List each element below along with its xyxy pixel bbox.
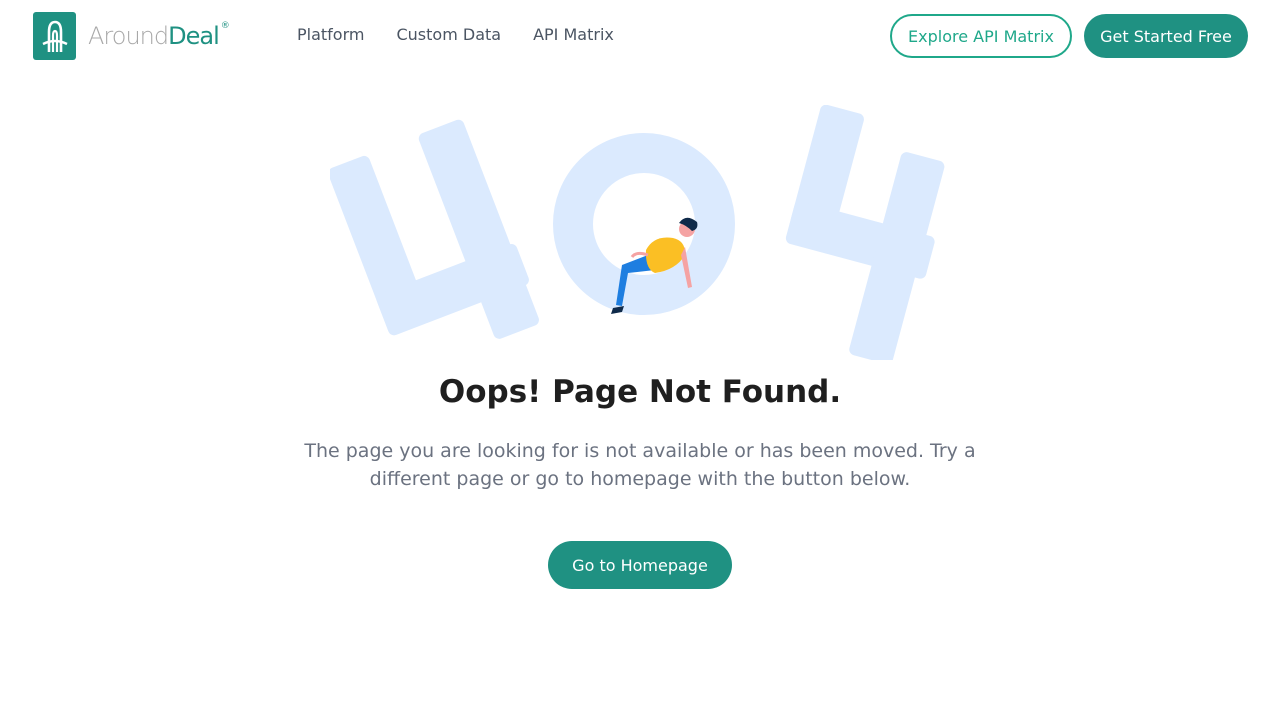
error-description: The page you are looking for is not avai… (304, 440, 976, 490)
get-started-free-button[interactable]: Get Started Free (1084, 14, 1248, 58)
nav-link-api-matrix[interactable]: API Matrix (533, 25, 614, 44)
logo-text: Around Deal ® (88, 21, 230, 50)
page-title: Oops! Page Not Found. (438, 374, 842, 410)
registered-mark: ® (220, 21, 230, 31)
go-to-homepage-button[interactable]: Go to Homepage (548, 541, 732, 589)
aroundDeal-logo[interactable]: Around Deal ® (33, 12, 230, 60)
404-illustration-icon (328, 104, 950, 364)
nav-link-platform[interactable]: Platform (297, 25, 364, 44)
logo-mark-icon (33, 12, 76, 60)
nav-link-custom-data[interactable]: Custom Data (396, 25, 501, 44)
logo-text-around: Around (88, 22, 169, 50)
site-header: Around Deal ® Platform Custom Data API Mat… (0, 0, 1280, 72)
main-nav: Platform Custom Data API Matrix (297, 25, 614, 44)
logo-text-deal: Deal (168, 22, 220, 50)
explore-api-matrix-button[interactable]: Explore API Matrix (890, 14, 1072, 58)
